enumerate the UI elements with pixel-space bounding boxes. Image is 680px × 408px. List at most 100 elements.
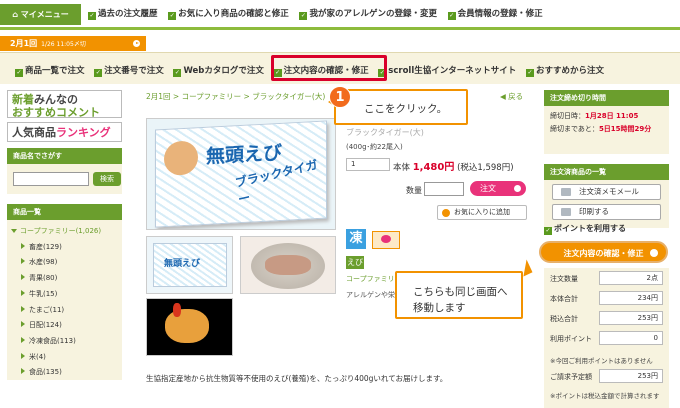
thumbnail-tempura[interactable] (146, 298, 233, 356)
category-item[interactable]: 青果(80) (11, 271, 122, 287)
highlight-box (271, 55, 387, 81)
check-icon: ✓ (94, 69, 103, 77)
point-link[interactable]: ✓ ポイントを利用する (544, 223, 626, 235)
my-menu-button[interactable]: ⌂ マイメニュー (0, 4, 81, 25)
date-bar: 2月1回 1/26 11:05〆切 (0, 36, 680, 51)
printer-icon (561, 208, 571, 216)
category-item[interactable]: 畜産(129) (11, 240, 122, 256)
category-item[interactable]: 冷凍食品(113) (11, 334, 122, 350)
check-icon: ✓ (88, 12, 96, 20)
summary-row: 本体合計 234円 (544, 288, 669, 308)
date-label: 2月1回 (10, 39, 38, 48)
mail-icon (561, 188, 571, 196)
category-item[interactable]: 牛乳(15) (11, 287, 122, 303)
triangle-right-icon (21, 321, 25, 328)
link-favorites[interactable]: ✓ お気に入り商品の確認と修正 (168, 9, 289, 20)
category-item[interactable]: 日配(124) (11, 318, 122, 334)
top-navigation: ⌂ マイメニュー ✓ 過去の注文履歴 ✓ お気に入り商品の確認と修正 ✓ 我が家のアレ… (0, 0, 680, 30)
link-recommend[interactable]: ✓ おすすめから注文 (525, 66, 604, 77)
dolphin-icon (372, 231, 400, 249)
callout-click-here: ここをクリック。 (328, 89, 468, 125)
triangle-right-icon (21, 289, 25, 296)
summary-row: 利用ポイント 0 (544, 328, 669, 348)
category-item[interactable]: 水産(98) (11, 255, 122, 271)
thumbnail-package[interactable]: 無頭えび (146, 236, 233, 294)
link-product-list[interactable]: ✓ 商品一覧で注文 (15, 66, 85, 77)
right-sidebar: 注文締め切り時間 締切日時：1月28日 11:05 締切まであと：5日15時間2… (539, 90, 669, 408)
check-icon: ✓ (525, 69, 534, 77)
category-list: コープファミリー(1,026) 畜産(129) 水産(98) 青果(80) 牛乳… (7, 220, 122, 380)
price: 本体 1,480円 (税込1,598円) (393, 162, 514, 173)
search-title: 商品名でさがす (7, 148, 122, 164)
new-label: 新着 (12, 93, 34, 106)
back-link[interactable]: ◀ 戻る (500, 91, 523, 102)
summary-row: 注文数量 2点 (544, 268, 669, 288)
link-member-info[interactable]: ✓ 会員情報の登録・修正 (447, 9, 543, 20)
top-links: ✓ 過去の注文履歴 ✓ お気に入り商品の確認と修正 ✓ 我が家のアレルゲンの登録・変更… (88, 7, 551, 20)
product-desc: (400g･約22尾入) (346, 143, 403, 151)
order-summary: 注文数量 2点 本体合計 234円 税込合計 253円 利用ポイント 0 ※今回ご利用ポ… (544, 268, 669, 408)
point-input[interactable]: 0 (599, 331, 663, 345)
cart-buttons: 注文済メモメール 印刷する (544, 180, 669, 228)
check-icon: ✓ (173, 69, 182, 77)
add-favorite-button[interactable]: お気に入りに追加 (437, 205, 527, 220)
cart-title: 注文済商品の一覧 (544, 164, 669, 180)
step-number-badge: 1 (329, 86, 351, 108)
qty-input[interactable] (424, 182, 464, 196)
promo-text: みんなの (34, 93, 78, 106)
link-web-catalog[interactable]: ✓ Webカタログで注文 (173, 66, 264, 77)
category-item[interactable]: 食品(135) (11, 365, 122, 381)
check-icon: ✓ (15, 69, 23, 77)
allergen-tag: えび (346, 256, 364, 269)
product-main-image: 無頭えび ブラックタイガー (146, 118, 336, 230)
triangle-right-icon (21, 274, 25, 281)
link-order-history[interactable]: ✓ 過去の注文履歴 (88, 9, 158, 20)
order-button[interactable]: 注文 (470, 181, 526, 196)
favorite-icon (442, 209, 450, 217)
deadline-title: 注文締め切り時間 (544, 90, 669, 106)
play-icon (133, 40, 140, 47)
check-icon: ✓ (544, 227, 552, 235)
link-allergen[interactable]: ✓ 我が家のアレルゲンの登録・変更 (299, 9, 437, 20)
comment-banner[interactable]: 新着みんなの おすすめコメント (7, 90, 122, 119)
category-item[interactable]: 米(4) (11, 350, 122, 366)
search-input[interactable] (13, 172, 89, 186)
promo-text: おすすめコメント (12, 106, 100, 119)
thumbnail-plate[interactable] (240, 236, 336, 294)
triangle-right-icon (21, 242, 25, 249)
memo-mail-button[interactable]: 注文済メモメール (552, 184, 661, 200)
confirm-order-button[interactable]: 注文内容の確認・修正 (539, 241, 668, 263)
triangle-right-icon (21, 305, 25, 312)
date-tab[interactable]: 2月1回 1/26 11:05〆切 (0, 36, 146, 51)
check-icon: ✓ (299, 12, 308, 20)
brand-text: コープファミリー (346, 275, 402, 283)
note: ※ポイントは税込金額で計算されます (550, 392, 660, 400)
ranking-banner[interactable]: 人気商品ランキング (7, 122, 122, 142)
triangle-right-icon (21, 352, 25, 359)
print-button[interactable]: 印刷する (552, 204, 661, 220)
deadline-label: 1/26 11:05〆切 (41, 41, 86, 48)
breadcrumb[interactable]: 2月1回 > コープファミリー > ブラックタイガー(大) (146, 91, 325, 102)
category-item[interactable]: たまご(11) (11, 303, 122, 319)
check-icon: ✓ (168, 12, 177, 20)
link-scroll-site[interactable]: ✓ scroll生協インターネットサイト (378, 66, 516, 77)
product-box: 無頭えび ブラックタイガー (155, 120, 327, 228)
callout-same-screen: こちらも同じ画面へ 移動します (395, 259, 533, 319)
search-box: 検索 (7, 164, 122, 194)
search-button[interactable]: 検索 (93, 172, 121, 186)
qty-label: 数量 (406, 186, 422, 195)
thumb-title: 無頭えび (164, 259, 201, 269)
promo-text: 人気商品 (12, 126, 56, 139)
summary-row: 税込合計 253円 (544, 308, 669, 328)
check-icon: ✓ (447, 12, 456, 20)
summary-row: ご請求予定額 253円 (544, 366, 669, 386)
deadline-box: 締切日時：1月28日 11:05 締切まであと：5日15時間29分 (544, 106, 669, 154)
product-name: ブラックタイガー(大) (346, 128, 424, 137)
frozen-icon: 凍 (346, 229, 366, 249)
allergen-text: アレルゲンや栄 (346, 291, 395, 299)
triangle-down-icon (11, 229, 17, 233)
category-item[interactable]: コープファミリー(1,026) (11, 224, 122, 240)
my-menu-label: マイメニュー (20, 10, 69, 19)
link-order-number[interactable]: ✓ 注文番号で注文 (94, 66, 164, 77)
box-title: 無頭えび (206, 141, 283, 168)
